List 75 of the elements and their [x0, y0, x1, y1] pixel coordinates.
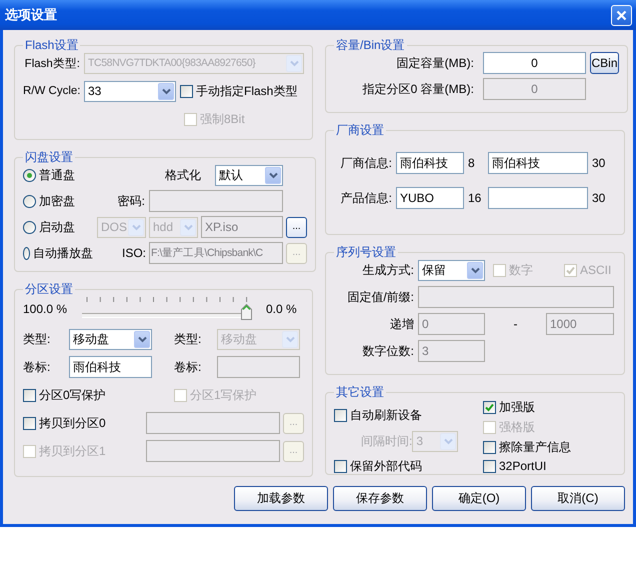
chevron-down-icon: [290, 60, 298, 66]
checkbox[interactable]: 手动指定Flash类型: [180, 82, 298, 100]
checkbox[interactable]: 自动刷新设备: [334, 407, 483, 424]
text-field[interactable]: 0: [483, 52, 586, 74]
chevron-down-icon: [132, 224, 140, 230]
chevron-down-icon: [268, 172, 278, 178]
dialog-button[interactable]: 取消(C): [531, 486, 625, 511]
text-field[interactable]: YUBO: [396, 187, 464, 209]
text-field[interactable]: 雨伯科技: [396, 152, 464, 174]
check-icon: [566, 266, 575, 274]
close-icon: [616, 10, 627, 20]
field-label: 指定分区0 容量(MB):: [362, 80, 474, 98]
field-label: 产品信息:: [340, 190, 392, 206]
group-title: Flash设置: [24, 38, 80, 52]
field-label: 数字位数:: [362, 342, 414, 360]
field-label: 生成方式:: [362, 262, 414, 278]
field-label: R/W Cycle:: [23, 85, 80, 97]
chevron-down-icon: [138, 336, 146, 342]
field-label: 卷标:: [174, 358, 202, 376]
text-field[interactable]: [488, 187, 588, 209]
chevron-down-icon: [286, 336, 294, 342]
chevron-down-icon: [162, 88, 170, 94]
field-label: Flash类型:: [24, 56, 80, 70]
field-label: ISO:: [122, 246, 146, 260]
dialog-button[interactable]: 确定(O): [432, 486, 526, 511]
dialog-button[interactable]: 加载参数: [234, 486, 328, 511]
chevron-down-icon: [444, 438, 453, 444]
window-title: 选项设置: [5, 6, 58, 24]
dropdown[interactable]: 保留: [418, 260, 485, 280]
dropdown[interactable]: 33: [84, 80, 176, 102]
chevron-down-icon: [184, 224, 192, 230]
dropdown[interactable]: 移动盘: [69, 328, 152, 350]
checkbox[interactable]: 32PortUI: [483, 459, 571, 473]
radio-button[interactable]: 普通盘: [23, 166, 93, 184]
cbin-button[interactable]: CBin: [590, 52, 619, 74]
field-label: 格式化: [165, 166, 201, 184]
checkbox[interactable]: 拷贝到分区0: [23, 414, 106, 432]
slider-reading: 100.0 %: [23, 302, 68, 316]
close-button[interactable]: [611, 4, 632, 26]
field-label: 厂商信息:: [340, 154, 392, 172]
text-field[interactable]: 雨伯科技: [69, 356, 152, 378]
field-label: 密码:: [118, 192, 145, 210]
checkbox[interactable]: 加强版: [483, 399, 571, 416]
field-label: 卷标:: [23, 358, 52, 376]
char-count: 30: [592, 191, 606, 205]
group-title: 其它设置: [335, 385, 385, 399]
char-count: 16: [468, 191, 482, 205]
group-title: 厂商设置: [335, 123, 385, 137]
radio-button[interactable]: 加密盘: [23, 192, 93, 210]
group-title: 闪盘设置: [24, 150, 74, 164]
checkbox[interactable]: 分区0写保护: [23, 386, 106, 404]
checkbox[interactable]: 保留外部代码: [334, 458, 483, 475]
checkbox[interactable]: 擦除量产信息: [483, 439, 571, 456]
slider-thumb[interactable]: [241, 304, 252, 320]
radio-button[interactable]: 启动盘: [23, 218, 93, 236]
slider-reading: 0.0 %: [266, 302, 297, 316]
field-label: 固定容量(MB):: [396, 54, 474, 72]
char-count: 30: [592, 156, 606, 170]
dropdown[interactable]: 默认: [215, 164, 283, 186]
browse-button[interactable]: ...: [286, 216, 307, 238]
char-count: 8: [468, 156, 476, 170]
chevron-down-icon: [470, 266, 480, 274]
radio-button[interactable]: 自动播放盘: [23, 244, 93, 262]
group-title: 容量/Bin设置: [335, 38, 406, 52]
group-title: 序列号设置: [335, 245, 397, 259]
text-field[interactable]: 雨伯科技: [488, 152, 588, 174]
check-icon: [485, 403, 494, 412]
field-label: 固定值/前缀:: [346, 288, 414, 306]
field-label: 类型:: [174, 330, 202, 348]
field-label: 间隔时间:: [361, 432, 412, 450]
field-label: 类型:: [23, 330, 52, 348]
field-label: 递增: [389, 316, 414, 332]
range-dash: -: [512, 317, 518, 331]
dialog-button[interactable]: 保存参数: [333, 486, 427, 511]
group-title: 分区设置: [24, 282, 74, 296]
